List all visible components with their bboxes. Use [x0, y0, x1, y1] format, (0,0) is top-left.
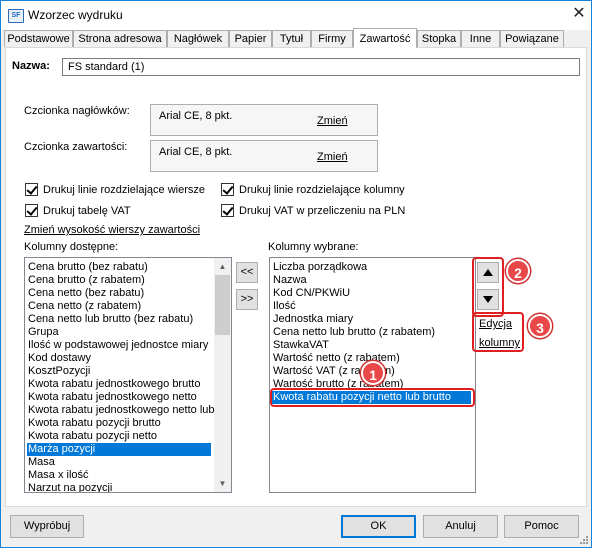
close-icon[interactable]: ✕: [570, 4, 588, 24]
name-input[interactable]: FS standard (1): [62, 58, 580, 76]
vat-table-label: Drukuj tabelę VAT: [43, 205, 131, 217]
row-lines-checkbox[interactable]: [25, 183, 38, 196]
list-item[interactable]: Cena netto (z rabatem): [27, 300, 211, 313]
header-font-value: Arial CE, 8 pkt.: [159, 110, 233, 122]
move-down-button[interactable]: [477, 289, 499, 310]
edit-column-link-line2[interactable]: kolumny: [479, 337, 520, 349]
header-font-box: Arial CE, 8 pkt. Zmień: [150, 104, 378, 136]
list-item[interactable]: Kwota rabatu jednostkowego brutto: [27, 378, 211, 391]
change-header-font-link[interactable]: Zmień: [317, 115, 348, 127]
tab-zawartosc[interactable]: Zawartość: [353, 28, 417, 48]
triangle-up-icon: [483, 269, 493, 276]
list-item[interactable]: Grupa: [27, 326, 211, 339]
footer-bar: Wypróbuj OK Anuluj Pomoc: [1, 507, 591, 547]
change-content-font-link[interactable]: Zmień: [317, 151, 348, 163]
available-scrollbar[interactable]: ▲ ▼: [214, 258, 231, 492]
window-title: Wzorzec wydruku: [28, 8, 123, 22]
tab-podstawowe[interactable]: Podstawowe: [4, 30, 73, 47]
help-button[interactable]: Pomoc: [504, 515, 579, 538]
tab-tytul[interactable]: Tytuł: [272, 30, 311, 47]
list-item[interactable]: Cena netto lub brutto (z rabatem): [272, 326, 471, 339]
triangle-down-icon: [483, 296, 493, 303]
content-font-box: Arial CE, 8 pkt. Zmień: [150, 140, 378, 172]
row-height-link[interactable]: Zmień wysokość wierszy zawartości: [24, 224, 200, 236]
list-item[interactable]: Ilość w podstawowej jednostce miary: [27, 339, 211, 352]
list-item[interactable]: Narzut na pozycji: [27, 482, 211, 492]
available-columns-list[interactable]: Cena brutto (bez rabatu) Cena brutto (z r…: [24, 257, 232, 493]
list-item[interactable]: Cena brutto (bez rabatu): [27, 261, 211, 274]
chosen-columns-label: Kolumny wybrane:: [268, 241, 359, 253]
col-lines-label: Drukuj linie rozdzielające kolumny: [239, 184, 405, 196]
tab-papier[interactable]: Papier: [229, 30, 272, 47]
list-item[interactable]: StawkaVAT: [272, 339, 471, 352]
resize-grip-icon[interactable]: [579, 535, 589, 545]
tab-powiazane[interactable]: Powiązane: [500, 30, 564, 47]
tab-inne[interactable]: Inne: [461, 30, 500, 47]
list-item[interactable]: Kod CN/PKWiU: [272, 287, 471, 300]
list-item[interactable]: Kwota rabatu jednostkowego netto lub: [27, 404, 215, 417]
content-font-value: Arial CE, 8 pkt.: [159, 146, 233, 158]
selected-item-highlight: [270, 388, 475, 407]
available-columns-label: Kolumny dostępne:: [24, 241, 119, 253]
name-label: Nazwa:: [12, 60, 50, 72]
header-font-label: Czcionka nagłówków:: [24, 105, 130, 117]
list-item[interactable]: Cena brutto (z rabatem): [27, 274, 211, 287]
list-item[interactable]: Jednostka miary: [272, 313, 471, 326]
list-item[interactable]: KosztPozycji: [27, 365, 211, 378]
list-item[interactable]: Liczba porządkowa: [272, 261, 471, 274]
tab-naglowek[interactable]: Nagłówek: [167, 30, 229, 47]
col-lines-checkbox[interactable]: [221, 183, 234, 196]
title-bar: SF Wzorzec wydruku ✕: [1, 1, 591, 30]
callout-2: 2: [506, 259, 530, 283]
vat-pln-label: Drukuj VAT w przeliczeniu na PLN: [239, 205, 406, 217]
list-item[interactable]: Masa: [27, 456, 211, 469]
cancel-button[interactable]: Anuluj: [423, 515, 498, 538]
ok-button[interactable]: OK: [341, 515, 416, 538]
scroll-down-icon[interactable]: ▼: [214, 475, 231, 492]
vat-pln-checkbox[interactable]: [221, 204, 234, 217]
dialog-window: SF Wzorzec wydruku ✕ Podstawowe Strona a…: [0, 0, 592, 548]
list-item[interactable]: Kwota rabatu jednostkowego netto: [27, 391, 211, 404]
list-item[interactable]: Kod dostawy: [27, 352, 211, 365]
callout-1: 1: [361, 361, 385, 385]
tab-stopka[interactable]: Stopka: [417, 30, 461, 47]
row-lines-label: Drukuj linie rozdzielające wiersze: [43, 184, 206, 196]
list-item[interactable]: Nazwa: [272, 274, 471, 287]
list-item[interactable]: Cena netto lub brutto (bez rabatu): [27, 313, 211, 326]
preview-button[interactable]: Wypróbuj: [10, 515, 84, 538]
content-panel: Nazwa: FS standard (1) Czcionka nagłówkó…: [5, 47, 587, 507]
content-font-label: Czcionka zawartości:: [24, 141, 128, 153]
list-item[interactable]: Cena netto (bez rabatu): [27, 287, 211, 300]
move-right-button[interactable]: >>: [236, 289, 258, 310]
list-item[interactable]: Masa x ilość: [27, 469, 211, 482]
list-item[interactable]: Kwota rabatu pozycji brutto: [27, 417, 211, 430]
tab-strona-adresowa[interactable]: Strona adresowa: [73, 30, 167, 47]
app-icon: SF: [8, 9, 24, 23]
scroll-up-icon[interactable]: ▲: [214, 258, 231, 275]
vat-table-checkbox[interactable]: [25, 204, 38, 217]
list-item[interactable]: Kwota rabatu pozycji netto: [27, 430, 211, 443]
tab-firmy[interactable]: Firmy: [311, 30, 353, 47]
move-up-button[interactable]: [477, 262, 499, 283]
callout-3: 3: [528, 314, 552, 338]
scroll-thumb[interactable]: [215, 275, 230, 335]
list-item[interactable]: Ilość: [272, 300, 471, 313]
edit-column-link-line1[interactable]: Edycja: [479, 318, 512, 330]
move-left-button[interactable]: <<: [236, 262, 258, 283]
list-item[interactable]: Marża pozycji: [27, 443, 211, 456]
